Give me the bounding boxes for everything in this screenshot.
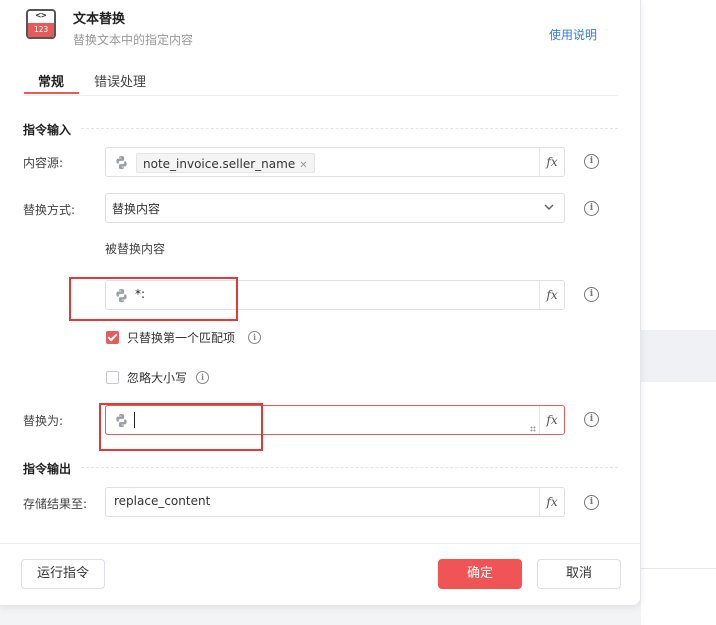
section-title-input: 指令输入 <box>23 123 72 137</box>
ignore-case-label: 忽略大小写 <box>127 371 188 385</box>
highlight-box-replace-with <box>99 403 263 451</box>
run-command-button[interactable]: 运行指令 <box>21 559 105 589</box>
active-tab-indicator <box>24 92 79 94</box>
only-first-match-info-icon[interactable]: i <box>248 331 261 344</box>
only-first-match-checkbox[interactable] <box>106 331 119 344</box>
store-result-info-icon[interactable]: i <box>584 495 599 510</box>
number-badge: 123 <box>28 23 54 37</box>
variable-chip-label: note_invoice.seller_name <box>143 157 296 171</box>
store-result-field[interactable]: replace_content fx <box>105 487 565 517</box>
highlight-box-replaced-content <box>69 277 238 321</box>
content-source-label: 内容源: <box>23 156 64 170</box>
background-row-highlight <box>641 330 716 382</box>
content-source-info-icon[interactable]: i <box>584 154 599 169</box>
section-divider <box>81 467 618 468</box>
replace-mode-label: 替换方式: <box>23 203 76 217</box>
tab-general[interactable]: 常规 <box>38 71 64 90</box>
replace-mode-selected: 替换内容 <box>112 202 161 216</box>
tabs-divider <box>22 95 618 96</box>
footer-divider <box>0 543 640 544</box>
remove-chip-icon[interactable]: ✕ <box>299 160 307 171</box>
resize-handle[interactable] <box>530 426 536 432</box>
section-title-output: 指令输出 <box>23 462 72 476</box>
tab-error-handling[interactable]: 错误处理 <box>94 71 146 90</box>
replace-mode-select[interactable]: 替换内容 <box>105 193 565 223</box>
ignore-case-info-icon[interactable]: i <box>196 371 209 384</box>
text-replace-dialog: <> 123 文本替换 替换文本中的指定内容 使用说明 常规 错误处理 指令输入… <box>0 0 641 606</box>
fx-button[interactable]: fx <box>539 148 564 176</box>
replaced-content-info-icon[interactable]: i <box>584 287 599 302</box>
variable-chip[interactable]: note_invoice.seller_name ✕ <box>136 153 315 173</box>
replace-mode-info-icon[interactable]: i <box>584 201 599 216</box>
usage-help-link[interactable]: 使用说明 <box>549 26 597 43</box>
store-result-label: 存储结果至: <box>23 497 88 511</box>
replace-with-label: 替换为: <box>23 414 64 428</box>
dialog-title: 文本替换 <box>73 12 126 27</box>
text-replace-app-icon: <> 123 <box>26 9 56 39</box>
chevron-down-icon <box>544 204 554 211</box>
replace-with-info-icon[interactable]: i <box>584 412 599 427</box>
dialog-subtitle: 替换文本中的指定内容 <box>73 33 194 47</box>
replaced-content-label: 被替换内容 <box>105 242 166 256</box>
python-icon <box>116 155 127 170</box>
fx-button[interactable]: fx <box>539 488 564 516</box>
only-first-match-label: 只替换第一个匹配项 <box>127 331 236 345</box>
code-brackets-icon: <> <box>35 11 47 21</box>
confirm-button[interactable]: 确定 <box>438 559 522 589</box>
background-panel <box>641 0 716 625</box>
ignore-case-checkbox[interactable] <box>106 371 119 384</box>
store-result-value: replace_content <box>114 494 211 508</box>
section-divider <box>81 128 618 129</box>
cancel-button[interactable]: 取消 <box>537 559 621 589</box>
fx-button[interactable]: fx <box>539 406 564 434</box>
background-divider <box>641 568 716 569</box>
fx-button[interactable]: fx <box>539 281 564 309</box>
